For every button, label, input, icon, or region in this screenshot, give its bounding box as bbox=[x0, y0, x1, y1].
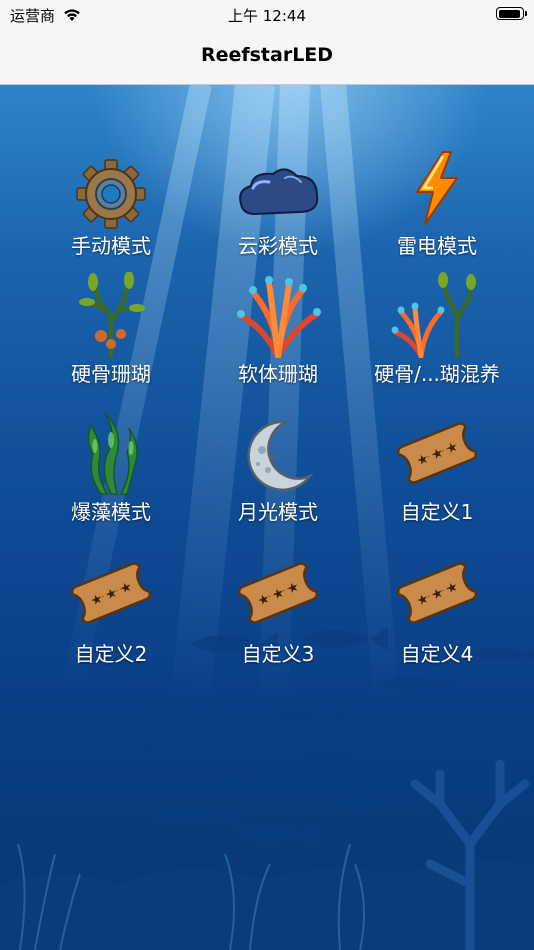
mode-lightning[interactable]: 雷电模式 bbox=[348, 144, 526, 264]
mode-moonlight[interactable]: 月光模式 bbox=[189, 410, 367, 530]
mode-label: 软体珊瑚 bbox=[238, 362, 318, 386]
mode-algae[interactable]: 爆藻模式 bbox=[22, 410, 200, 530]
gear-icon bbox=[76, 159, 146, 229]
mode-mixed-coral[interactable]: 硬骨/...瑚混养 bbox=[348, 272, 526, 392]
status-bar: 运营商 上午 12:44 bbox=[0, 0, 534, 28]
mode-label: 自定义2 bbox=[74, 642, 148, 666]
mode-label: 硬骨/...瑚混养 bbox=[374, 362, 500, 386]
app-screen: 运营商 上午 12:44 ReefstarLED 手动模式 云彩模式 雷电模式 … bbox=[0, 0, 534, 950]
header: 运营商 上午 12:44 ReefstarLED bbox=[0, 0, 534, 85]
ticket-icon: ★ ★ ★ bbox=[396, 422, 478, 484]
mode-custom-2[interactable]: ★ ★ ★ 自定义2 bbox=[22, 550, 200, 670]
lightning-icon bbox=[416, 151, 458, 225]
mode-label: 雷电模式 bbox=[397, 234, 477, 258]
mode-label: 自定义3 bbox=[241, 642, 315, 666]
mode-label: 云彩模式 bbox=[238, 234, 318, 258]
battery-icon bbox=[496, 7, 527, 20]
mode-label: 自定义4 bbox=[400, 642, 474, 666]
algae-icon bbox=[87, 413, 138, 495]
ticket-icon: ★ ★ ★ bbox=[396, 562, 478, 624]
soft-coral-icon bbox=[237, 276, 321, 358]
ticket-icon: ★ ★ ★ bbox=[70, 562, 152, 624]
mode-label: 手动模式 bbox=[71, 234, 151, 258]
clock: 上午 12:44 bbox=[228, 7, 306, 25]
mode-custom-1[interactable]: ★ ★ ★ 自定义1 bbox=[348, 410, 526, 530]
ticket-icon: ★ ★ ★ bbox=[237, 562, 319, 624]
cloud-icon bbox=[239, 168, 319, 216]
mode-cloud[interactable]: 云彩模式 bbox=[189, 144, 367, 264]
mode-hard-coral[interactable]: 硬骨珊瑚 bbox=[22, 272, 200, 392]
page-title: ReefstarLED bbox=[200, 44, 334, 66]
mode-custom-4[interactable]: ★ ★ ★ 自定义4 bbox=[348, 550, 526, 670]
mode-label: 自定义1 bbox=[400, 500, 474, 524]
mode-label: 月光模式 bbox=[238, 500, 318, 524]
mode-soft-coral[interactable]: 软体珊瑚 bbox=[189, 272, 367, 392]
hard-coral-icon bbox=[79, 272, 145, 358]
mode-manual[interactable]: 手动模式 bbox=[22, 144, 200, 264]
moon-icon bbox=[247, 420, 314, 492]
mode-label: 硬骨珊瑚 bbox=[71, 362, 151, 386]
mode-label: 爆藻模式 bbox=[71, 500, 151, 524]
ocean-background: 手动模式 云彩模式 雷电模式 硬骨珊瑚 软体珊瑚 硬骨/...瑚混养 爆藻模式 … bbox=[0, 81, 534, 950]
mode-custom-3[interactable]: ★ ★ ★ 自定义3 bbox=[189, 550, 367, 670]
mixed-coral-icon bbox=[391, 272, 476, 358]
